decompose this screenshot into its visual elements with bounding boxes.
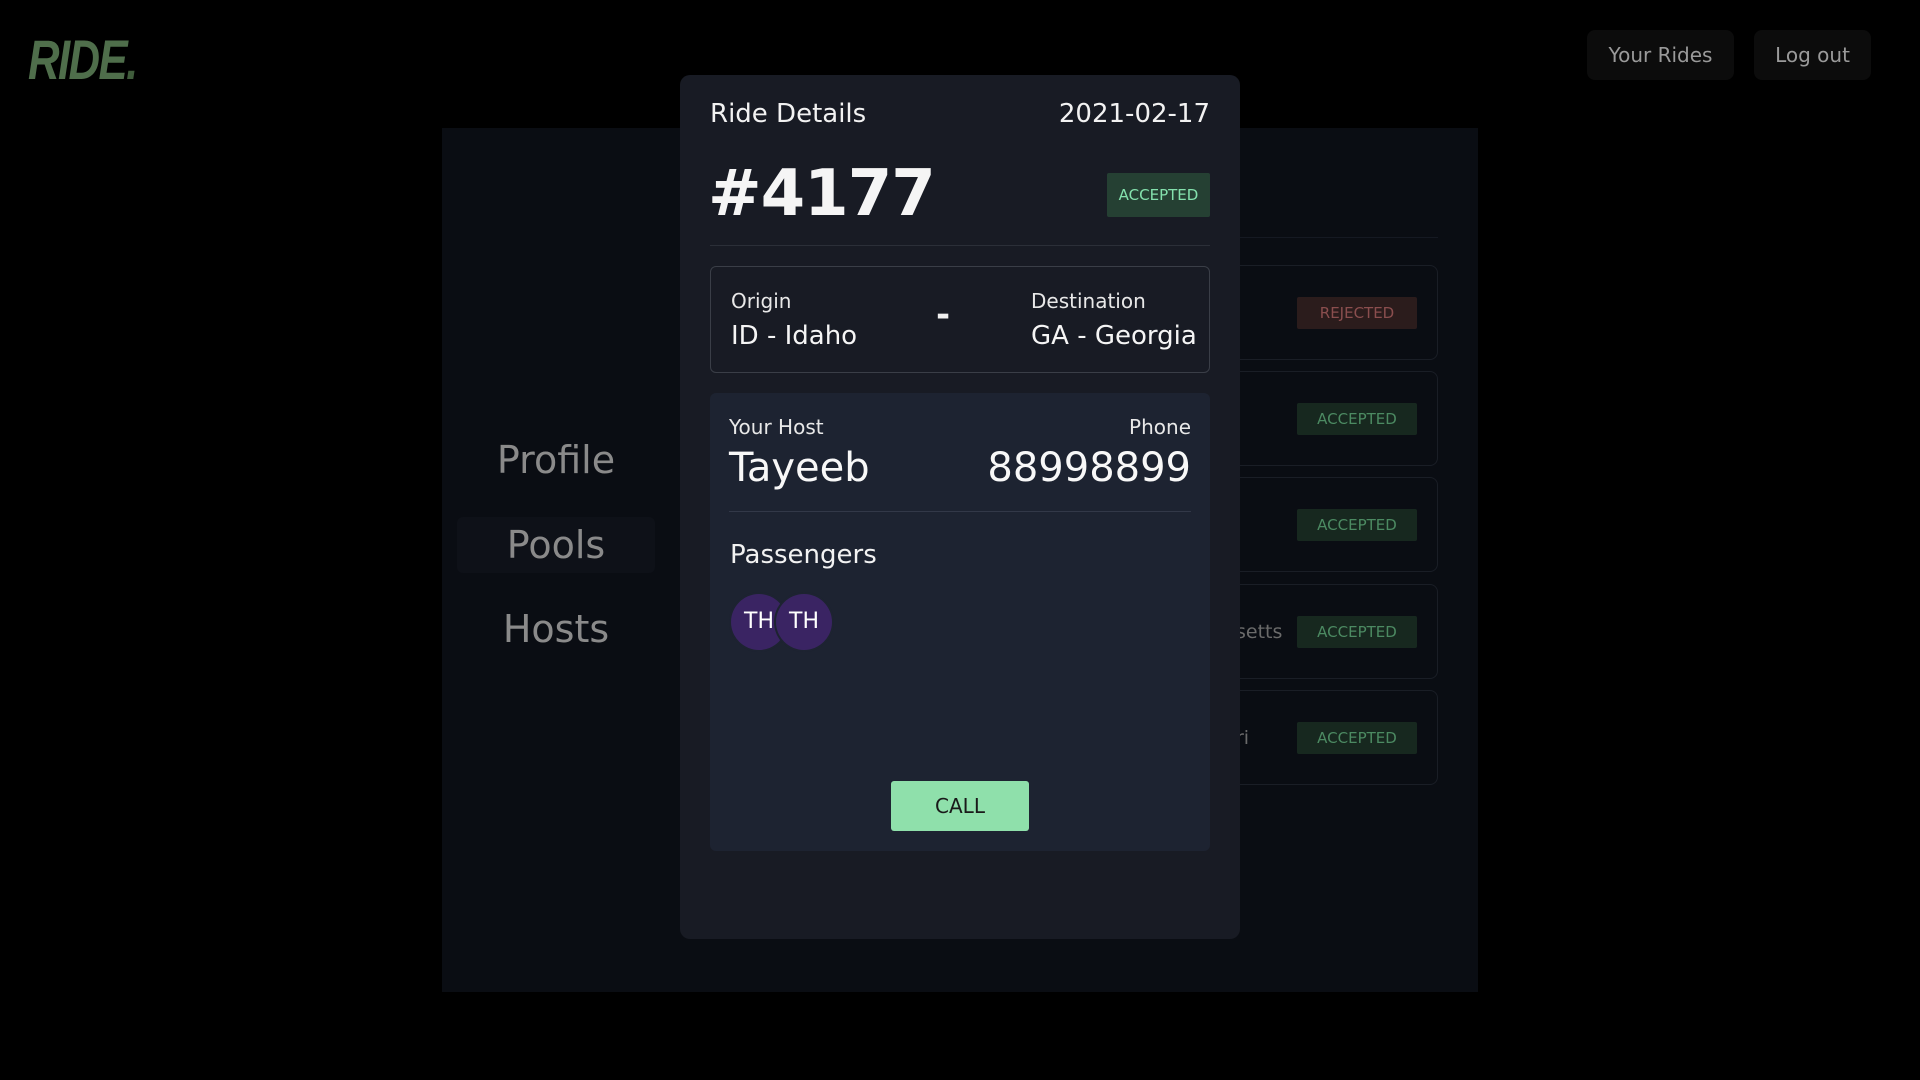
host-name: Tayeeb xyxy=(729,445,870,491)
ride-list-item[interactable]: ri ACCEPTED xyxy=(1230,690,1438,785)
your-rides-button[interactable]: Your Rides xyxy=(1587,30,1734,80)
origin-label: Origin xyxy=(731,289,792,313)
ride-id: #4177 xyxy=(708,157,936,231)
host-divider xyxy=(729,511,1191,512)
avatar[interactable]: TH xyxy=(776,594,832,650)
call-button[interactable]: CALL xyxy=(891,781,1029,831)
ride-list-item[interactable]: REJECTED xyxy=(1230,265,1438,360)
status-badge: ACCEPTED xyxy=(1107,173,1210,217)
logout-button[interactable]: Log out xyxy=(1754,30,1871,80)
destination-label: Destination xyxy=(1031,289,1146,313)
sidebar-item-hosts[interactable]: Hosts xyxy=(457,601,655,657)
app-logo[interactable]: RIDE. xyxy=(28,30,138,90)
ride-date: 2021-02-17 xyxy=(1058,99,1210,129)
ride-list-item[interactable]: ACCEPTED xyxy=(1230,371,1438,466)
logo-dot: . xyxy=(126,28,138,91)
sidebar-item-profile[interactable]: Profile xyxy=(457,432,655,488)
passengers-title: Passengers xyxy=(730,540,877,570)
modal-divider xyxy=(710,245,1210,246)
ride-details-modal: Ride Details 2021-02-17 #4177 ACCEPTED O… xyxy=(680,75,1240,939)
status-badge: REJECTED xyxy=(1297,297,1417,329)
ride-list-item-text: setts xyxy=(1236,621,1283,643)
status-badge: ACCEPTED xyxy=(1297,509,1417,541)
ride-list-item[interactable]: setts ACCEPTED xyxy=(1230,584,1438,679)
modal-title: Ride Details xyxy=(710,99,867,129)
rides-list-divider xyxy=(1230,237,1438,238)
route-separator: - xyxy=(936,295,951,335)
status-badge: ACCEPTED xyxy=(1297,616,1417,648)
phone-label: Phone xyxy=(1129,415,1191,439)
route-card: Origin ID - Idaho - Destination GA - Geo… xyxy=(710,266,1210,373)
status-badge: ACCEPTED xyxy=(1297,403,1417,435)
ride-list-item[interactable]: ACCEPTED xyxy=(1230,477,1438,572)
destination-value: GA - Georgia xyxy=(1031,321,1197,351)
logo-text: RIDE xyxy=(28,28,128,91)
host-label: Your Host xyxy=(729,415,824,439)
host-card: Your Host Phone Tayeeb 88998899 Passenge… xyxy=(710,393,1210,851)
sidebar-item-pools[interactable]: Pools xyxy=(457,517,655,573)
host-phone: 88998899 xyxy=(987,445,1191,491)
origin-value: ID - Idaho xyxy=(731,321,858,351)
status-badge: ACCEPTED xyxy=(1297,722,1417,754)
